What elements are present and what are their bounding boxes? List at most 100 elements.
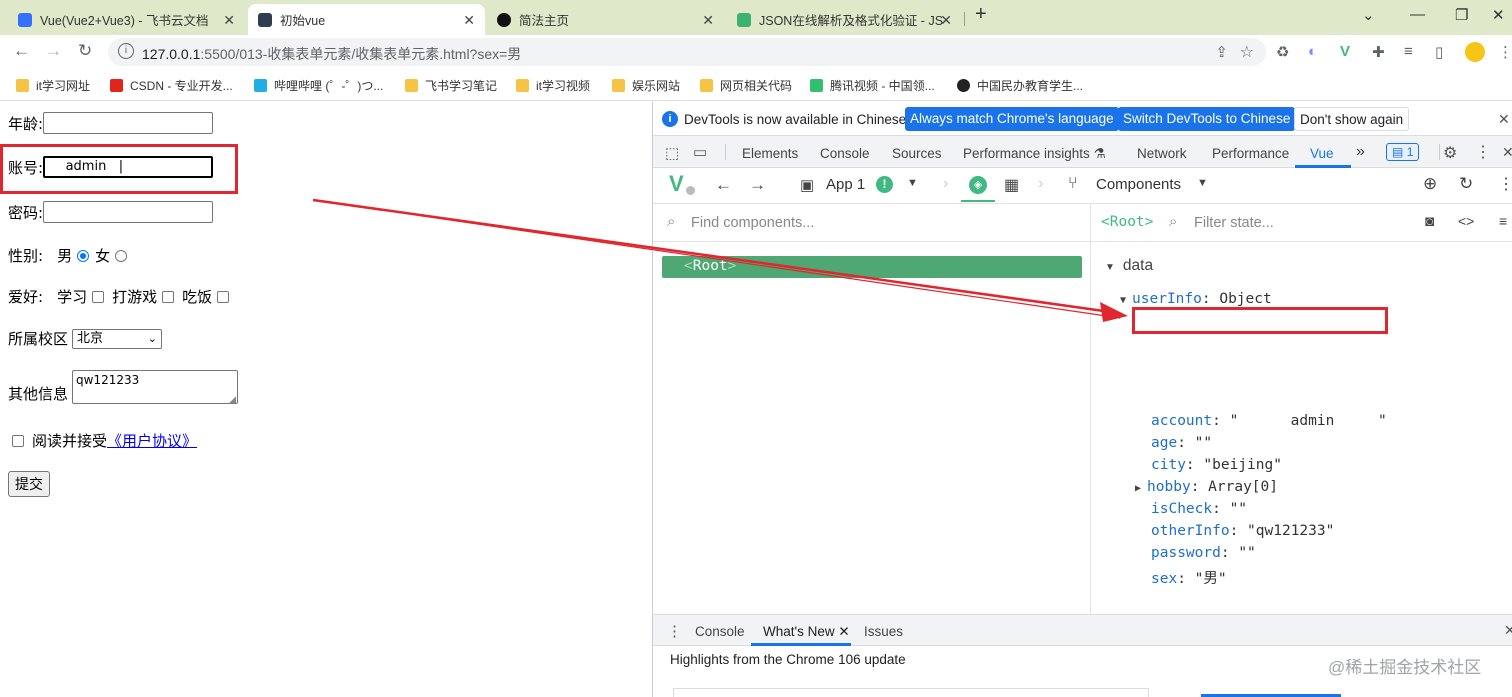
age-input[interactable] bbox=[43, 112, 214, 134]
state-field-city[interactable]: city: "beijing" bbox=[1151, 457, 1282, 473]
extensions-puzzle-icon[interactable]: ✚ bbox=[1372, 43, 1385, 61]
close-icon[interactable]: ✕ bbox=[463, 12, 475, 29]
state-field-hobby[interactable]: ▶ hobby: Array[0] bbox=[1135, 479, 1278, 495]
sex-female-radio[interactable] bbox=[115, 249, 128, 262]
drawer-tab-console[interactable]: Console bbox=[695, 624, 745, 639]
dropdown-caret-icon[interactable]: ▼ bbox=[1197, 177, 1208, 189]
show-code-icon[interactable]: <> bbox=[1458, 213, 1474, 229]
drawer-tab-issues[interactable]: Issues bbox=[864, 624, 903, 639]
close-icon[interactable]: ✕ bbox=[223, 12, 235, 29]
state-field-age[interactable]: age: "" bbox=[1151, 435, 1212, 451]
menu-kebab-icon[interactable]: ⋮ bbox=[1498, 43, 1512, 61]
dropdown-caret-icon[interactable]: ▼ bbox=[907, 177, 918, 189]
other-textarea[interactable]: qw121233 ◢ bbox=[72, 370, 239, 405]
close-devtools-icon[interactable]: ✕ bbox=[1502, 144, 1512, 161]
tab-search-icon[interactable]: ⌄ bbox=[1362, 6, 1375, 24]
state-field-account[interactable]: account: " admin " bbox=[1151, 413, 1387, 429]
bookmark-item[interactable]: 腾讯视频 - 中国领... bbox=[810, 77, 935, 94]
dont-show-again-button[interactable]: Don't show again bbox=[1294, 107, 1410, 131]
close-icon[interactable]: ✕ bbox=[838, 624, 849, 639]
new-tab-button[interactable]: + bbox=[975, 3, 987, 26]
tab-sources[interactable]: Sources bbox=[892, 146, 942, 161]
browser-tab-active[interactable]: 初始vue ✕ bbox=[248, 4, 485, 35]
data-section-header[interactable]: ▼ data bbox=[1105, 257, 1153, 275]
user-agreement-link[interactable]: 《用户协议》 bbox=[107, 430, 197, 451]
device-toolbar-icon[interactable]: ▭ bbox=[693, 143, 707, 161]
tab-performance[interactable]: Performance bbox=[1212, 146, 1289, 161]
bookmark-item[interactable]: 网页相关代码 bbox=[700, 77, 792, 94]
find-components-input[interactable]: Find components... bbox=[691, 215, 814, 231]
bookmark-item[interactable]: CSDN - 专业开发... bbox=[110, 77, 233, 94]
switch-to-chinese-button[interactable]: Switch DevTools to Chinese bbox=[1118, 107, 1296, 131]
scroll-to-component-icon[interactable]: ◙ bbox=[1425, 213, 1434, 230]
components-selector[interactable]: Components bbox=[1096, 176, 1181, 193]
always-match-language-button[interactable]: Always match Chrome's language bbox=[905, 107, 1119, 131]
more-options-icon[interactable]: ⋮ bbox=[1475, 142, 1491, 162]
state-field-password[interactable]: password: "" bbox=[1151, 545, 1256, 561]
hobby-eat-checkbox[interactable] bbox=[217, 290, 230, 303]
reload-icon[interactable]: ↻ bbox=[78, 41, 92, 61]
tab-vue[interactable]: Vue bbox=[1310, 146, 1334, 161]
select-component-icon[interactable]: ⊕ bbox=[1423, 174, 1437, 194]
password-input[interactable] bbox=[43, 201, 214, 223]
extension-orb-icon[interactable]: ◐ bbox=[1308, 43, 1317, 60]
close-icon[interactable]: ✕ bbox=[702, 12, 714, 29]
side-panel-icon[interactable]: ▯ bbox=[1435, 43, 1443, 61]
back-icon[interactable]: ← bbox=[715, 175, 732, 195]
hobby-study-checkbox[interactable] bbox=[92, 290, 105, 303]
bookmark-item[interactable]: it学习视频 bbox=[516, 77, 590, 94]
filter-state-input[interactable]: Filter state... bbox=[1194, 215, 1274, 231]
back-icon[interactable]: ← bbox=[13, 41, 30, 61]
bookmark-item[interactable]: it学习网址 bbox=[16, 77, 90, 94]
app-selector[interactable]: App 1 bbox=[826, 176, 865, 193]
address-bar[interactable]: i 127.0.0.1:5500/013-收集表单元素/收集表单元素.html?… bbox=[108, 38, 1266, 66]
vue-devtools-extension-icon[interactable]: V bbox=[1340, 43, 1350, 60]
timeline-icon[interactable]: ▦ bbox=[1004, 175, 1019, 195]
drawer-menu-icon[interactable]: ⋮ bbox=[667, 622, 682, 640]
drawer-tab-whats-new[interactable]: What's New ✕ bbox=[763, 624, 850, 640]
resize-grip-icon[interactable]: ◢ bbox=[229, 395, 236, 405]
submit-button[interactable]: 提交 bbox=[8, 471, 50, 497]
browser-tab-json[interactable]: JSON在线解析及格式化验证 - JS ✕ bbox=[727, 4, 962, 35]
close-drawer-icon[interactable]: ✕ bbox=[1504, 622, 1512, 639]
state-field-sex[interactable]: sex: "男" bbox=[1151, 567, 1227, 588]
refresh-icon[interactable]: ↻ bbox=[1459, 174, 1473, 194]
forward-icon[interactable]: → bbox=[45, 41, 62, 61]
restore-icon[interactable]: ❐ bbox=[1455, 6, 1468, 24]
settings-gear-icon[interactable]: ⚙ bbox=[1443, 143, 1457, 163]
minimize-icon[interactable]: — bbox=[1410, 6, 1425, 23]
close-icon[interactable]: ✕ bbox=[1498, 111, 1510, 128]
forward-icon[interactable]: → bbox=[749, 175, 766, 195]
browser-tab-feishu[interactable]: Vue(Vue2+Vue3) - 飞书云文档 ✕ bbox=[8, 4, 245, 35]
hobby-game-checkbox[interactable] bbox=[162, 290, 175, 303]
components-tab[interactable]: ◈ bbox=[961, 168, 995, 202]
avatar[interactable] bbox=[1465, 42, 1485, 62]
tab-performance-insights[interactable]: Performance insights ⚗ bbox=[963, 146, 1106, 162]
bookmark-item[interactable]: 哔哩哔哩 (゜-゜)つ... bbox=[254, 77, 383, 94]
tree-node-root[interactable]: <Root> bbox=[662, 256, 1082, 278]
inspect-dom-icon[interactable]: ≡ bbox=[1499, 213, 1507, 229]
agree-checkbox[interactable] bbox=[12, 434, 24, 447]
info-icon[interactable]: i bbox=[118, 43, 134, 59]
more-options-icon[interactable]: ⋮ bbox=[1498, 174, 1512, 194]
window-close-icon[interactable]: ✕ bbox=[1492, 6, 1505, 24]
campus-select[interactable]: 北京 ⌄ bbox=[72, 328, 163, 349]
browser-tab-jianfa[interactable]: 简法主页 ✕ bbox=[487, 4, 724, 35]
bookmark-item[interactable]: 中国民办教育学生... bbox=[957, 77, 1083, 94]
tab-console[interactable]: Console bbox=[820, 146, 870, 161]
more-tabs-button[interactable]: » bbox=[1356, 143, 1365, 161]
reading-list-icon[interactable]: ≡ bbox=[1404, 43, 1413, 60]
bookmark-item[interactable]: 娱乐网站 bbox=[612, 77, 680, 94]
share-icon[interactable]: ⇪ bbox=[1215, 43, 1228, 61]
close-icon[interactable]: ✕ bbox=[940, 12, 952, 29]
bookmark-star-icon[interactable]: ☆ bbox=[1240, 42, 1254, 62]
tab-network[interactable]: Network bbox=[1137, 146, 1187, 161]
bookmark-item[interactable]: 飞书学习笔记 bbox=[405, 77, 497, 94]
inspect-element-icon[interactable]: ⬚ bbox=[665, 144, 679, 162]
extension-recycle-icon[interactable]: ♻ bbox=[1276, 43, 1289, 61]
sex-male-radio[interactable] bbox=[77, 249, 90, 262]
state-field-otherinfo[interactable]: otherInfo: "qw121233" bbox=[1151, 523, 1334, 539]
tab-elements[interactable]: Elements bbox=[742, 146, 798, 161]
state-field-ischeck[interactable]: isCheck: "" bbox=[1151, 501, 1247, 517]
issues-badge[interactable]: ▤ 1 bbox=[1386, 143, 1420, 161]
